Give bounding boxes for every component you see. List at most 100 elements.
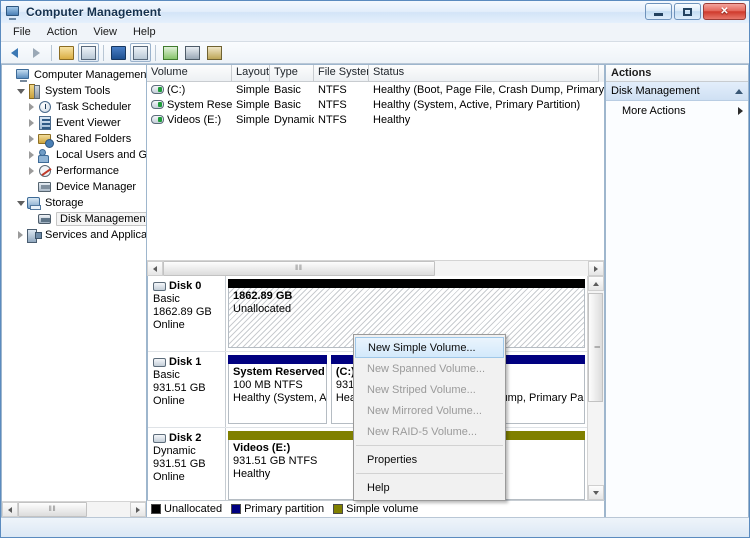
partition-body[interactable]: System Reserved 100 MB NTFS Healthy (Syste… — [228, 364, 327, 424]
twisty-collapsed-icon[interactable] — [26, 103, 37, 111]
tree-item-performance[interactable]: Performance — [2, 163, 146, 179]
legend-item: Primary partition — [231, 503, 324, 515]
chevron-right-icon[interactable] — [738, 106, 743, 115]
volume-cell-status: Healthy — [373, 113, 411, 126]
volume-cell-filesystem: NTFS — [318, 113, 347, 126]
tree-item-computer-management-local[interactable]: Computer Management (Local — [2, 67, 146, 83]
console-button[interactable] — [130, 43, 151, 62]
disk-partition[interactable]: System Reserved 100 MB NTFS Healthy (Syste… — [228, 355, 327, 424]
graph-vertical-scrollbar[interactable]: ‖ — [587, 276, 604, 500]
disk-legend: Unallocated Primary partition Simple volum… — [147, 500, 605, 517]
minimize-button[interactable] — [645, 3, 672, 20]
scroll-grip: ‖‖ — [48, 506, 57, 513]
twisty-collapsed-icon[interactable] — [26, 167, 37, 175]
volume-icon — [151, 115, 164, 124]
volume-column-header-type[interactable]: Type — [270, 65, 314, 82]
table-row[interactable]: System Reserved Simple Basic NTFS Healthy (S… — [147, 97, 604, 112]
maximize-button[interactable] — [674, 3, 701, 20]
twisty-expanded-icon[interactable] — [15, 200, 26, 206]
forward-button[interactable] — [26, 43, 47, 62]
tree-item-shared-folders[interactable]: Shared Folders — [2, 131, 146, 148]
disk-type: Basic — [153, 293, 180, 305]
disk-info-disk-1[interactable]: Disk 1 Basic 931.51 GB Online — [148, 352, 226, 427]
action-icon — [207, 45, 222, 60]
partition-line2: Unallocated — [233, 303, 292, 315]
volume-cell-volume: (C:) — [147, 84, 232, 96]
graph-scroll-thumb[interactable]: ‖ — [588, 293, 603, 402]
minimize-icon — [654, 12, 663, 16]
tree-item-services-and-applications[interactable]: Services and Applications — [2, 227, 146, 243]
console-tree-pane: Computer Management (Local System Tools Ta… — [1, 64, 147, 517]
volume-column-header-status[interactable]: Status — [369, 65, 599, 82]
tree-item-local-users-and-groups[interactable]: Local Users and Groups — [2, 147, 146, 163]
tree-item-label: Computer Management (Local — [34, 69, 146, 81]
volume-scroll-left-button[interactable] — [147, 261, 163, 276]
disk-info-disk-2[interactable]: Disk 2 Dynamic 931.51 GB Online — [148, 428, 226, 500]
disk-icon — [153, 434, 166, 443]
twisty-collapsed-icon[interactable] — [26, 151, 37, 159]
tree-item-device-manager[interactable]: Device Manager — [2, 179, 146, 195]
volume-cell-layout: Simple — [236, 83, 270, 96]
tree-item-label: Performance — [56, 165, 119, 177]
tree-item-task-scheduler[interactable]: Task Scheduler — [2, 99, 146, 115]
partition-line1: 1862.89 GB — [233, 290, 293, 302]
tree-scroll-track[interactable]: ‖‖ — [18, 502, 130, 517]
actions-group-disk-management[interactable]: Disk Management — [606, 82, 748, 101]
refresh-button[interactable] — [160, 43, 181, 62]
tree-scroll-right-button[interactable] — [130, 502, 146, 517]
properties-button[interactable] — [182, 43, 203, 62]
disk-info-disk-0[interactable]: Disk 0 Basic 1862.89 GB Online — [148, 276, 226, 351]
performance-icon — [37, 164, 53, 178]
twisty-expanded-icon[interactable] — [15, 88, 26, 94]
tree-item-storage[interactable]: Storage — [2, 195, 146, 211]
volume-column-header-layout[interactable]: Layout — [232, 65, 270, 82]
help-button[interactable] — [108, 43, 129, 62]
up-folder-button[interactable] — [56, 43, 77, 62]
disk-type: Basic — [153, 369, 180, 381]
table-row[interactable]: Videos (E:) Simple Dynamic NTFS Healthy — [147, 112, 604, 127]
twisty-collapsed-icon[interactable] — [26, 135, 37, 143]
table-row[interactable]: (C:) Simple Basic NTFS Healthy (Boot, Page F… — [147, 82, 604, 97]
volume-list-horizontal-scrollbar[interactable]: ‖‖ — [147, 260, 604, 276]
back-button[interactable] — [4, 43, 25, 62]
twisty-collapsed-icon[interactable] — [15, 231, 26, 239]
context-menu-item-new-simple-volume[interactable]: New Simple Volume... — [355, 337, 504, 358]
menu-item-help[interactable]: Help — [126, 24, 163, 40]
menu-item-view[interactable]: View — [86, 24, 124, 40]
tree-scroll-thumb[interactable]: ‖‖ — [18, 502, 88, 517]
tree-item-event-viewer[interactable]: Event Viewer — [2, 115, 146, 131]
context-menu-item-help[interactable]: Help — [354, 477, 505, 498]
tree-item-label: Storage — [45, 197, 84, 209]
tree-horizontal-scrollbar[interactable]: ‖‖ — [2, 501, 146, 517]
show-tree-button[interactable] — [78, 43, 99, 62]
volume-scroll-track[interactable]: ‖‖ — [163, 261, 588, 276]
graph-scroll-up-button[interactable] — [588, 276, 604, 291]
tree-scroll-left-button[interactable] — [2, 502, 18, 517]
tree-item-disk-management[interactable]: Disk Management — [2, 211, 146, 227]
volume-cell-status: Healthy (System, Active, Primary Partiti… — [373, 98, 581, 111]
disk-name-label: Disk 0 — [169, 280, 202, 292]
partition-line2: 100 MB NTFS — [233, 379, 303, 391]
partition-color-bar — [228, 279, 585, 288]
context-menu-item-properties[interactable]: Properties — [354, 449, 505, 470]
volume-scroll-right-button[interactable] — [588, 261, 604, 276]
actions-pane: Actions Disk Management More Actions — [605, 64, 749, 517]
menu-item-action[interactable]: Action — [40, 24, 85, 40]
volume-column-header-file-system[interactable]: File System — [314, 65, 369, 82]
actions-item-more-actions[interactable]: More Actions — [606, 101, 748, 120]
graph-scroll-track[interactable]: ‖ — [588, 291, 604, 485]
context-menu-separator — [356, 473, 503, 474]
chevron-up-icon[interactable] — [735, 88, 743, 94]
action-button[interactable] — [204, 43, 225, 62]
tree-item-system-tools[interactable]: System Tools — [2, 83, 146, 99]
tree-item-label: Local Users and Groups — [56, 149, 146, 161]
context-menu-item-new-striped-volume: New Striped Volume... — [367, 383, 476, 396]
menu-item-file[interactable]: File — [6, 24, 38, 40]
event-viewer-icon — [37, 116, 53, 130]
close-button[interactable]: ✕ — [703, 3, 746, 20]
volume-scroll-thumb[interactable]: ‖‖ — [163, 261, 435, 276]
twisty-collapsed-icon[interactable] — [26, 119, 37, 127]
volume-column-header-volume[interactable]: Volume — [147, 65, 232, 82]
volume-cell-type: Basic — [274, 98, 301, 111]
graph-scroll-down-button[interactable] — [588, 485, 604, 500]
